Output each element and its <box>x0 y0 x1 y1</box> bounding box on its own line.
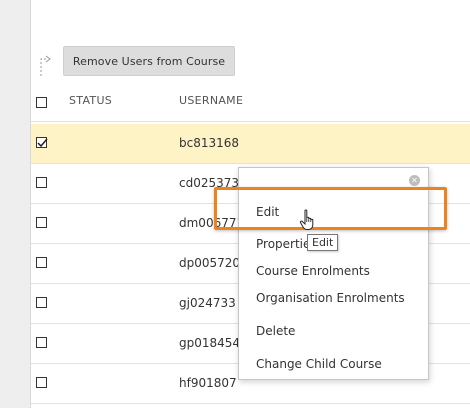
close-icon[interactable]: ✕ <box>409 175 420 186</box>
menu-item-course-enrolments[interactable]: Course Enrolments <box>256 264 370 278</box>
column-header-username[interactable]: USERNAME <box>179 94 243 107</box>
edit-highlight-box <box>214 187 447 230</box>
edit-tooltip: Edit <box>307 234 339 251</box>
row-checkbox[interactable] <box>36 177 47 188</box>
row-checkbox[interactable] <box>36 137 48 148</box>
row-checkbox[interactable] <box>36 377 47 388</box>
row-checkbox[interactable] <box>36 297 47 308</box>
menu-item-delete[interactable]: Delete <box>256 324 295 338</box>
row-checkbox[interactable] <box>36 257 47 268</box>
username-cell: gp018454 <box>179 336 241 350</box>
username-cell: hf901807 <box>179 376 237 390</box>
remove-users-button[interactable]: Remove Users from Course <box>63 46 235 76</box>
table-header: STATUS USERNAME <box>31 84 470 122</box>
username-cell: bc813168 <box>179 136 240 150</box>
username-cell: dp005720 <box>179 256 241 270</box>
hand-pointer-icon <box>299 209 314 230</box>
bulk-action-arrow-icon <box>40 55 51 76</box>
select-all-checkbox[interactable] <box>36 97 47 108</box>
table-row[interactable]: bc813168 <box>31 124 470 164</box>
menu-item-organisation-enrolments[interactable]: Organisation Enrolments <box>256 291 405 305</box>
column-header-status[interactable]: STATUS <box>69 94 112 107</box>
checkmark-icon <box>37 138 48 148</box>
row-checkbox[interactable] <box>36 337 47 348</box>
username-cell: gj024733 <box>179 296 236 310</box>
row-checkbox[interactable] <box>36 217 47 228</box>
menu-item-change-child-course[interactable]: Change Child Course <box>256 357 382 371</box>
